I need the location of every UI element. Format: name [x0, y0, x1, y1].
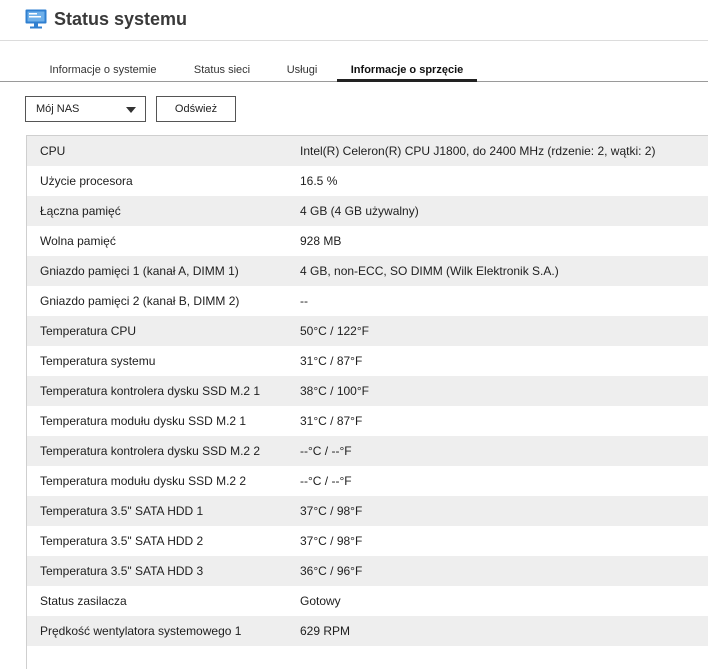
row-label: Temperatura kontrolera dysku SSD M.2 2 [40, 444, 261, 458]
row-label: Temperatura CPU [40, 324, 137, 338]
tab-hardware-info[interactable]: Informacje o sprzęcie [337, 64, 477, 82]
table-row: Prędkość wentylatora systemowego 1 629 R… [27, 616, 708, 646]
row-value: 37°C / 98°F [300, 504, 363, 518]
row-value: 31°C / 87°F [300, 354, 363, 368]
page-header: Status systemu [0, 0, 708, 41]
table-row: Gniazdo pamięci 1 (kanał A, DIMM 1) 4 GB… [27, 256, 708, 286]
row-value: 37°C / 98°F [300, 534, 363, 548]
row-value: Gotowy [300, 594, 341, 608]
table-row: Wolna pamięć 928 MB [27, 226, 708, 256]
tab-network-status[interactable]: Status sieci [186, 64, 258, 82]
chevron-down-icon [126, 107, 136, 113]
row-value: 38°C / 100°F [300, 384, 369, 398]
hardware-info-table: CPU Intel(R) Celeron(R) CPU J1800, do 24… [26, 135, 708, 669]
row-value: 31°C / 87°F [300, 414, 363, 428]
row-label: Temperatura modułu dysku SSD M.2 2 [40, 474, 247, 488]
row-label: Status zasilacza [40, 594, 127, 608]
tab-system-info[interactable]: Informacje o systemie [42, 64, 164, 82]
row-label: CPU [40, 144, 66, 158]
table-row: Temperatura 3.5" SATA HDD 2 37°C / 98°F [27, 526, 708, 556]
row-value: 50°C / 122°F [300, 324, 369, 338]
row-value: -- [300, 294, 308, 308]
table-row: Temperatura modułu dysku SSD M.2 2 --°C … [27, 466, 708, 496]
row-value: 928 MB [300, 234, 342, 248]
tab-services[interactable]: Usługi [278, 64, 326, 82]
row-value: Intel(R) Celeron(R) CPU J1800, do 2400 M… [300, 144, 656, 158]
row-value: 4 GB (4 GB używalny) [300, 204, 419, 218]
table-row: Temperatura kontrolera dysku SSD M.2 1 3… [27, 376, 708, 406]
table-row: CPU Intel(R) Celeron(R) CPU J1800, do 24… [27, 136, 708, 166]
row-value: --°C / --°F [300, 444, 352, 458]
device-select-value: Mój NAS [36, 103, 80, 115]
row-label: Temperatura modułu dysku SSD M.2 1 [40, 414, 247, 428]
row-label: Wolna pamięć [40, 234, 116, 248]
table-row: Temperatura systemu 31°C / 87°F [27, 346, 708, 376]
row-label: Gniazdo pamięci 2 (kanał B, DIMM 2) [40, 294, 240, 308]
row-label: Temperatura systemu [40, 354, 156, 368]
row-value: 629 RPM [300, 624, 351, 638]
row-value: 4 GB, non-ECC, SO DIMM (Wilk Elektronik … [300, 264, 559, 278]
table-row: Temperatura modułu dysku SSD M.2 1 31°C … [27, 406, 708, 436]
row-label: Gniazdo pamięci 1 (kanał A, DIMM 1) [40, 264, 239, 278]
row-value: 36°C / 96°F [300, 564, 363, 578]
row-value: --°C / --°F [300, 474, 352, 488]
device-select[interactable]: Mój NAS [25, 96, 146, 122]
row-label: Użycie procesora [40, 174, 133, 188]
refresh-button[interactable]: Odśwież [156, 96, 236, 122]
table-row: Temperatura kontrolera dysku SSD M.2 2 -… [27, 436, 708, 466]
table-row: Temperatura 3.5" SATA HDD 3 36°C / 96°F [27, 556, 708, 586]
tab-bar: Informacje o systemie Status sieci Usług… [0, 60, 708, 82]
row-label: Prędkość wentylatora systemowego 1 [40, 624, 242, 638]
row-label: Temperatura 3.5" SATA HDD 1 [40, 504, 204, 518]
row-label: Łączna pamięć [40, 204, 121, 218]
row-label: Temperatura kontrolera dysku SSD M.2 1 [40, 384, 261, 398]
table-row: Użycie procesora 16.5 % [27, 166, 708, 196]
table-row: Temperatura CPU 50°C / 122°F [27, 316, 708, 346]
table-row: Łączna pamięć 4 GB (4 GB używalny) [27, 196, 708, 226]
page-title: Status systemu [54, 9, 188, 29]
table-row: Temperatura 3.5" SATA HDD 1 37°C / 98°F [27, 496, 708, 526]
monitor-icon [25, 9, 47, 29]
row-label: Temperatura 3.5" SATA HDD 3 [40, 564, 204, 578]
table-row: Status zasilacza Gotowy [27, 586, 708, 616]
table-row: Gniazdo pamięci 2 (kanał B, DIMM 2) -- [27, 286, 708, 316]
row-label: Temperatura 3.5" SATA HDD 2 [40, 534, 204, 548]
row-value: 16.5 % [300, 174, 338, 188]
